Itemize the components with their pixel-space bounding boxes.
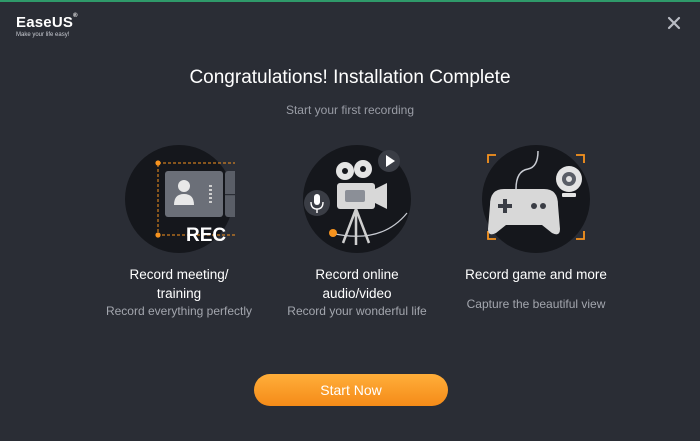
brand-name: EaseUS®	[16, 13, 78, 31]
easeus-logo: EaseUS® Make your life easy!	[16, 13, 78, 38]
feature-title: Record online audio/video	[315, 267, 399, 301]
feature-subtitle: Record everything perfectly	[105, 304, 253, 318]
page-subtitle: Start your first recording	[285, 103, 415, 117]
feature-title: Record game and more	[465, 267, 607, 282]
feature-title: Record meeting/ training	[129, 267, 229, 301]
page-title: Congratulations! Installation Complete	[189, 67, 511, 88]
meeting-recording-icon: REC	[123, 145, 235, 257]
video-camera-icon	[301, 145, 413, 257]
feature-record-game[interactable]: Record game and more Capture the beautif…	[441, 145, 631, 312]
game-controller-icon	[480, 145, 592, 257]
feature-subtitle: Record your wonderful life	[287, 304, 427, 318]
window-top-border	[0, 0, 700, 2]
start-now-button[interactable]: Start Now	[254, 374, 448, 406]
feature-subtitle: Capture the beautiful view	[466, 297, 606, 311]
close-button[interactable]	[666, 15, 682, 31]
rec-badge: REC	[186, 225, 227, 246]
feature-record-meeting[interactable]: REC Record meeting/ training Record ever…	[84, 145, 274, 319]
close-icon	[667, 16, 681, 30]
brand-tagline: Make your life easy!	[16, 32, 70, 38]
feature-record-audio-video[interactable]: Record online audio/video Record your wo…	[262, 145, 452, 319]
